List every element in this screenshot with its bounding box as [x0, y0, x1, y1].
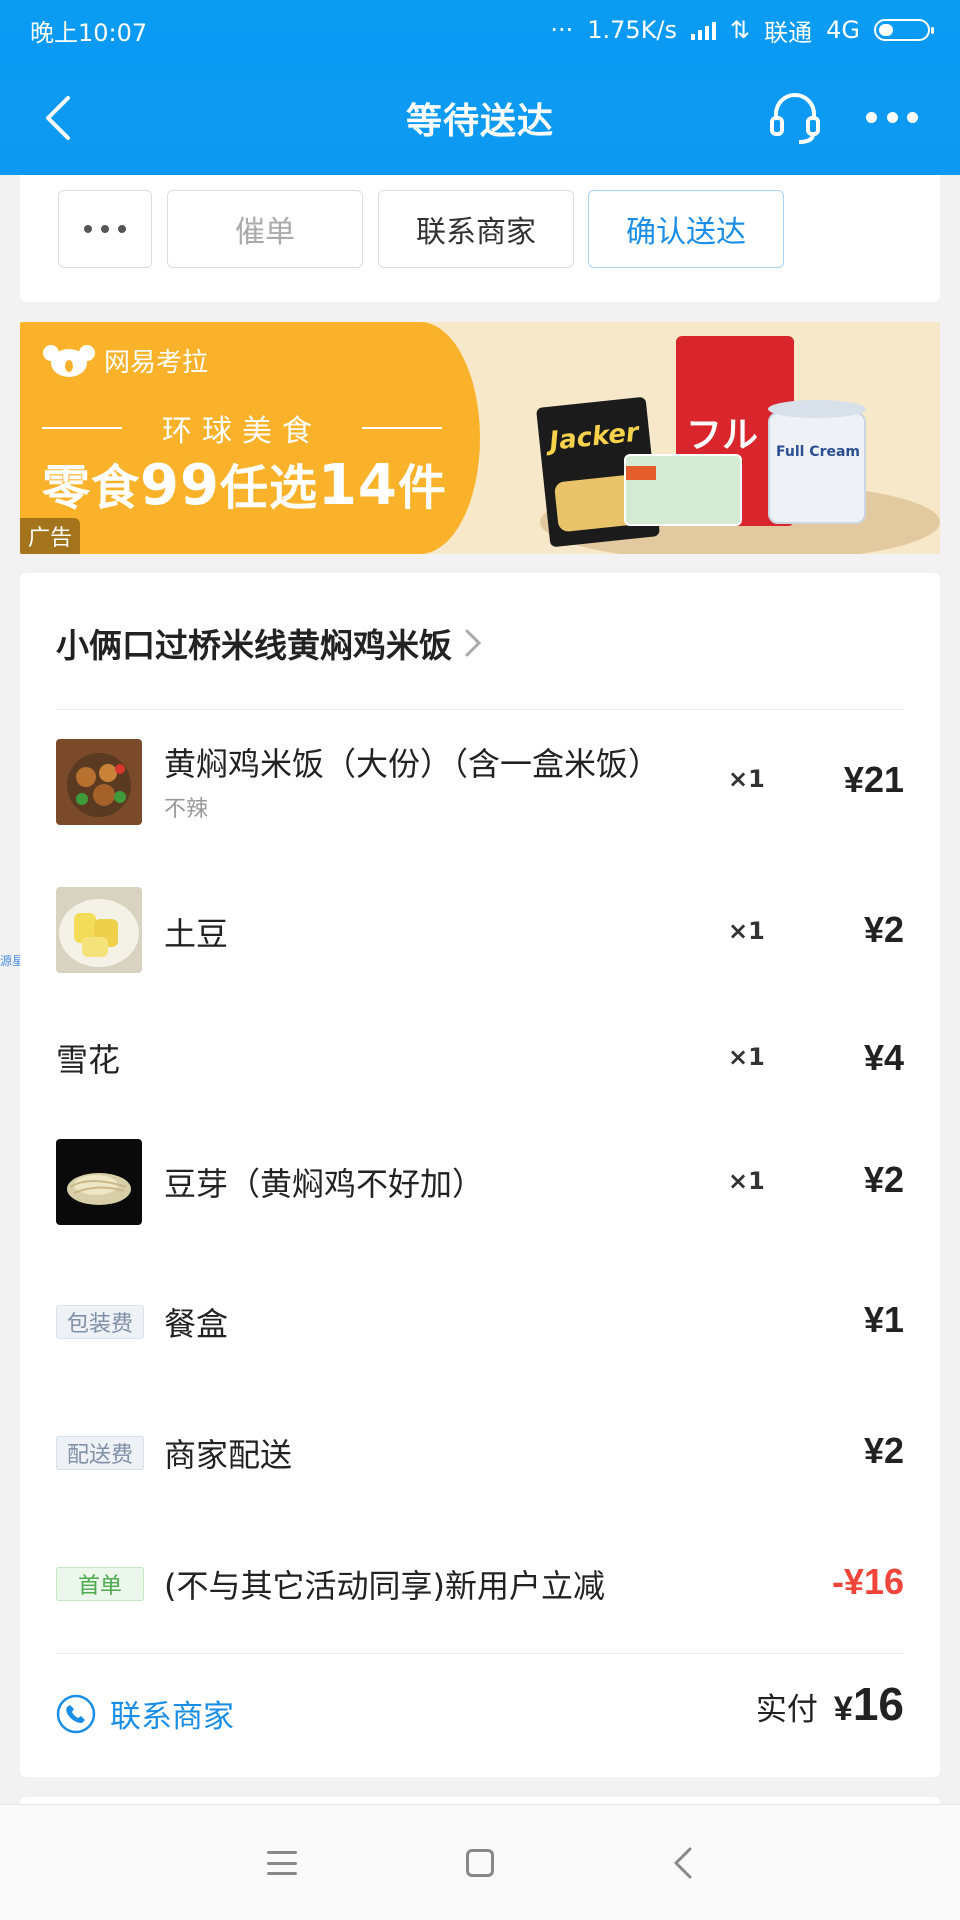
- ad-subtitle-text: 环球美食: [162, 414, 322, 449]
- ad-headline-post: 件: [397, 460, 447, 516]
- confirm-delivery-button[interactable]: 确认送达: [588, 190, 784, 268]
- more-actions-button[interactable]: [58, 190, 152, 268]
- food-thumbnail: [56, 739, 142, 825]
- page-title: 等待送达: [405, 100, 554, 142]
- contact-merchant-link[interactable]: 联系商家: [56, 1691, 234, 1736]
- phone-icon: [56, 1694, 96, 1733]
- divider: [56, 1653, 904, 1654]
- ad-label: 广告: [20, 518, 81, 554]
- store-link[interactable]: 小俩口过桥米线黄焖鸡米饭: [56, 619, 482, 667]
- status-indicators: ··· 1.75K/s ⇅ 联通 4G: [550, 13, 934, 48]
- koala-logo-icon: [43, 344, 95, 377]
- status-dots-icon: ···: [550, 16, 574, 44]
- item-quantity: ×1: [728, 1167, 765, 1195]
- item-price: ¥4: [863, 1037, 904, 1078]
- menu-icon[interactable]: [267, 1851, 297, 1875]
- status-speed: 1.75K/s: [587, 16, 678, 44]
- food-thumbnail: [56, 1139, 142, 1225]
- ellipsis-icon: [84, 225, 126, 233]
- battery-icon: [874, 19, 934, 41]
- contact-merchant-button[interactable]: 联系商家: [378, 190, 574, 268]
- system-nav-bar: [0, 1804, 960, 1920]
- status-time: 晚上10:07: [30, 18, 148, 47]
- item-price: ¥21: [843, 759, 904, 800]
- discount-amount: -¥16: [831, 1561, 904, 1602]
- status-bar: 晚上10:07 ··· 1.75K/s ⇅ 联通 4G: [0, 0, 960, 60]
- data-arrows-icon: ⇅: [730, 16, 751, 44]
- contact-merchant-label: 联系商家: [110, 1699, 234, 1735]
- ad-headline-num2: 14: [317, 453, 398, 518]
- ad-headline: 零食99任选14件: [42, 448, 447, 518]
- item-price: ¥2: [863, 909, 904, 950]
- item-note: 不辣: [164, 797, 209, 822]
- ad-product-milk-powder-label: Full Cream: [776, 444, 861, 460]
- discount-row: 首单 (不与其它活动同享)新用户立减 -¥16: [56, 1557, 904, 1647]
- item-name: 黄焖鸡米饭（大份）（含一盒米饭）: [164, 745, 661, 783]
- ad-product-milk-box: [624, 454, 742, 526]
- total-paid: 实付 ¥16: [756, 1677, 904, 1731]
- ad-brand: 网易考拉: [42, 342, 208, 379]
- fee-name: 商家配送: [164, 1436, 293, 1474]
- paid-label: 实付: [755, 1692, 818, 1728]
- order-item: 黄焖鸡米饭（大份）（含一盒米饭） 不辣 ×1 ¥21: [56, 739, 904, 829]
- item-name: 豆芽（黄焖鸡不好加）: [164, 1165, 485, 1203]
- ad-headline-num1: 99: [140, 453, 220, 518]
- fee-row: 包装费 餐盒 ¥1: [56, 1295, 904, 1385]
- ad-headline-pre: 零食: [42, 460, 141, 516]
- status-carrier: 联通: [764, 18, 813, 47]
- paid-amount: ¥16: [834, 1677, 904, 1731]
- customer-service-icon[interactable]: [766, 88, 824, 146]
- urge-order-button[interactable]: 催单: [167, 190, 363, 268]
- fee-row: 配送费 商家配送 ¥2: [56, 1426, 904, 1516]
- item-name: 雪花: [56, 1041, 121, 1079]
- discount-tag: 首单: [56, 1567, 144, 1601]
- order-details-card: 小俩口过桥米线黄焖鸡米饭 黄焖鸡米饭（大份）（含一盒米饭） 不辣 ×1 ¥21: [20, 573, 940, 1777]
- fee-name: 餐盒: [164, 1305, 229, 1343]
- nav-bar: 等待送达: [0, 60, 960, 175]
- ad-divider-right: [362, 427, 442, 429]
- item-name: 土豆: [164, 915, 229, 953]
- order-item: 土豆 ×1 ¥2: [56, 887, 904, 977]
- ad-product-chips-label: Jacker: [548, 417, 641, 457]
- ad-headline-mid: 任选: [219, 460, 318, 516]
- fee-tag: 包装费: [56, 1305, 144, 1339]
- ad-product-cereal-label: フル: [686, 415, 759, 456]
- discount-name: (不与其它活动同享)新用户立减: [164, 1567, 605, 1605]
- ad-banner[interactable]: 网易考拉 环球美食 零食99任选14件 Jacker フル Full Cream…: [20, 322, 940, 554]
- home-icon[interactable]: [466, 1849, 494, 1877]
- fee-tag: 配送费: [56, 1436, 144, 1470]
- ad-brand-name: 网易考拉: [104, 348, 209, 378]
- item-quantity: ×1: [728, 1043, 765, 1071]
- item-price: ¥2: [863, 1159, 904, 1200]
- item-quantity: ×1: [728, 765, 765, 793]
- back-icon[interactable]: [670, 1845, 694, 1881]
- paid-currency: ¥: [833, 1690, 853, 1728]
- chevron-right-icon: [465, 629, 482, 657]
- back-button[interactable]: [36, 92, 80, 144]
- fee-price: ¥1: [863, 1299, 904, 1340]
- top-header: 晚上10:07 ··· 1.75K/s ⇅ 联通 4G 等待送达: [0, 0, 960, 175]
- ad-divider-left: [42, 427, 122, 429]
- divider: [56, 709, 904, 710]
- store-name: 小俩口过桥米线黄焖鸡米饭: [56, 626, 452, 665]
- fee-price: ¥2: [863, 1430, 904, 1471]
- order-item: 雪花 ×1 ¥4: [56, 1025, 904, 1115]
- item-quantity: ×1: [728, 917, 765, 945]
- ad-product-milk-powder: Full Cream: [768, 400, 866, 524]
- paid-value: 16: [852, 1678, 904, 1730]
- order-item: 豆芽（黄焖鸡不好加） ×1 ¥2: [56, 1139, 904, 1229]
- status-network: 4G: [826, 16, 860, 44]
- ad-subtitle: 环球美食: [42, 406, 442, 450]
- more-options-button[interactable]: [866, 110, 918, 124]
- signal-icon: [691, 20, 717, 40]
- chevron-left-icon: [46, 96, 70, 140]
- order-actions-card: 催单 联系商家 确认送达: [20, 175, 940, 302]
- food-thumbnail: [56, 887, 142, 973]
